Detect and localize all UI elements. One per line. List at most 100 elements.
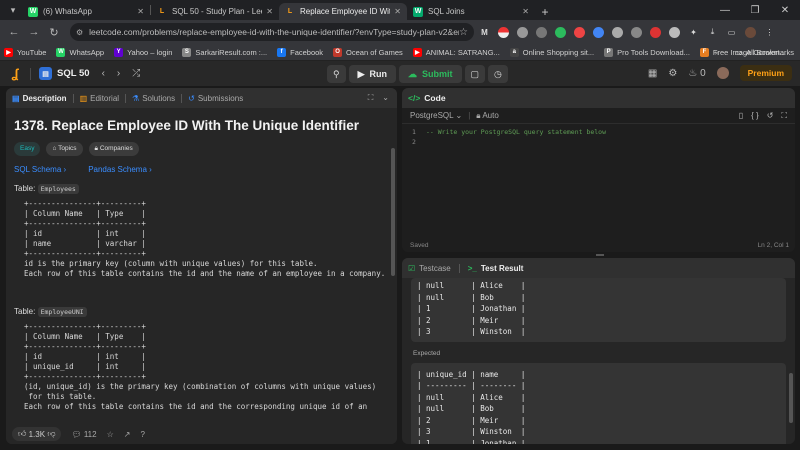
bookmark-sarkari[interactable]: S SarkariResult.com :... — [182, 47, 267, 57]
browser-tab-replace-employee[interactable]: L Replace Employee ID With The ✕ — [279, 3, 407, 20]
bookmark-youtube[interactable]: ▶ YouTube — [4, 47, 46, 57]
browser-tab-sql-joins[interactable]: W SQL Joins ✕ — [407, 3, 535, 20]
whatsapp-icon: W — [56, 47, 66, 57]
language-select[interactable]: PostgreSQL ⌄ — [410, 111, 462, 120]
tab-submissions[interactable]: ↺ Submissions — [188, 94, 243, 103]
yahoo-icon: Y — [114, 47, 124, 57]
code-editor[interactable]: 1 -- Write your PostgreSQL query statemen… — [402, 124, 795, 147]
topics-button[interactable]: ⌂ Topics — [46, 142, 83, 156]
run-button[interactable]: ▶ Run — [348, 65, 397, 83]
bookmark-facebook[interactable]: f Facebook — [277, 47, 323, 57]
tab-solutions[interactable]: ⚗ Solutions — [132, 94, 175, 103]
premium-button[interactable]: Premium — [739, 65, 792, 81]
tab-testcase[interactable]: ☑ Testcase — [408, 264, 451, 273]
extension-icon-9[interactable] — [628, 24, 645, 41]
timer-icon[interactable]: ◷ — [488, 65, 508, 83]
scrollbar[interactable] — [789, 373, 793, 423]
maximize-icon[interactable]: ⛶ — [368, 93, 374, 103]
cloud-upload-icon: ☁ — [408, 68, 418, 79]
streak-counter[interactable]: ♨ 0 — [688, 68, 705, 79]
tab-search-dropdown-icon[interactable]: ▾ — [4, 0, 22, 20]
output-table: | null | Alice | | null | Bob | | 1 | Jo… — [411, 278, 786, 342]
new-tab-button[interactable]: + — [535, 3, 555, 20]
tab-description[interactable]: ▤ Description — [12, 94, 67, 103]
more-bookmarks-icon[interactable]: » — [715, 48, 719, 57]
extension-icon-10[interactable] — [647, 24, 664, 41]
bookmark-whatsapp[interactable]: W WhatsApp — [56, 47, 104, 57]
all-bookmarks-link[interactable]: All Bookmarks — [746, 48, 794, 57]
browser-menu-icon[interactable]: ⋮ — [761, 24, 778, 41]
extension-icon-6[interactable] — [571, 24, 588, 41]
restore-icon[interactable]: ❐ — [740, 0, 770, 20]
fullscreen-icon[interactable]: ⛶ — [781, 111, 787, 121]
reload-icon[interactable]: ↻ — [44, 26, 64, 39]
reset-icon[interactable]: ↺ — [767, 111, 774, 121]
extension-icon-7[interactable] — [590, 24, 607, 41]
close-window-icon[interactable]: ✕ — [770, 0, 800, 20]
play-icon: ▶ — [357, 68, 365, 79]
leetcode-logo-icon[interactable]: ʆ — [8, 66, 22, 81]
extensions-puzzle-icon[interactable]: ✦ — [685, 24, 702, 41]
back-icon[interactable]: ← — [4, 26, 24, 38]
close-tab-icon[interactable]: ✕ — [522, 7, 529, 16]
help-icon[interactable]: ? — [140, 430, 144, 439]
settings-gear-icon[interactable]: ⚙ — [668, 68, 677, 79]
sql-schema-link[interactable]: SQL Schema › — [14, 165, 66, 174]
close-tab-icon[interactable]: ✕ — [266, 7, 273, 16]
extension-icon-3[interactable] — [514, 24, 531, 41]
extension-icon-4[interactable] — [533, 24, 550, 41]
profile-avatar-icon[interactable] — [742, 24, 759, 41]
browser-tab-sql50[interactable]: L SQL 50 - Study Plan - LeetCode ✕ — [151, 3, 279, 20]
close-tab-icon[interactable]: ✕ — [137, 7, 144, 16]
shuffle-icon[interactable]: ⤮ — [132, 68, 140, 79]
bookmark-yahoo[interactable]: Y Yahoo – login — [114, 47, 172, 57]
sidebar-icon[interactable]: ▭ — [723, 24, 740, 41]
comments-button[interactable]: 💬︎ 112 — [71, 430, 96, 439]
browser-tab-strip: ▾ W (6) WhatsApp ✕ L SQL 50 - Study Plan… — [0, 0, 800, 20]
address-bar[interactable]: ⚙ leetcode.com/problems/replace-employee… — [70, 23, 474, 41]
favorite-star-icon[interactable]: ☆ — [107, 430, 114, 439]
submit-button[interactable]: ☁ Submit — [399, 65, 462, 83]
collapse-icon[interactable]: ⌄ — [382, 93, 389, 103]
site-info-icon[interactable]: ⚙ — [76, 28, 83, 37]
debug-icon[interactable]: ⚲ — [327, 65, 346, 83]
minimize-icon[interactable]: — — [710, 0, 740, 20]
avatar[interactable] — [716, 67, 729, 79]
w3schools-favicon-icon: W — [413, 6, 423, 17]
share-icon[interactable]: ↗ — [124, 430, 131, 439]
download-icon[interactable]: ⤓ — [704, 24, 721, 41]
tab-test-result[interactable]: >_ Test Result — [468, 264, 524, 273]
browser-tab-whatsapp[interactable]: W (6) WhatsApp ✕ — [22, 3, 150, 20]
bookmark-ocean-of-games[interactable]: O Ocean of Games — [333, 47, 403, 57]
extension-icon-11[interactable] — [666, 24, 683, 41]
thumbs-down-icon[interactable]: 👎︎ — [47, 429, 55, 439]
next-problem-icon[interactable]: › — [117, 68, 120, 79]
auto-save-toggle[interactable]: 🔒︎ Auto — [476, 111, 499, 121]
extension-icon-8[interactable] — [609, 24, 626, 41]
companies-button[interactable]: 🔒︎ Companies — [88, 142, 139, 156]
forward-icon[interactable]: → — [24, 26, 44, 38]
pandas-schema-link[interactable]: Pandas Schema › — [88, 165, 152, 174]
notes-icon[interactable]: ▢ — [464, 65, 486, 83]
bookmark-animal[interactable]: ▶ ANIMAL: SATRANG... — [412, 47, 500, 57]
tab-editorial[interactable]: ▥ Editorial — [80, 94, 119, 103]
lock-icon: 🔒︎ — [94, 145, 98, 152]
panel-resize-handle[interactable] — [596, 254, 604, 256]
bookmark-pro-tools[interactable]: P Pro Tools Download... — [604, 47, 690, 57]
gmail-extension-icon[interactable]: M — [476, 24, 493, 41]
pokeball-extension-icon[interactable] — [495, 24, 512, 41]
bookmark-online-shopping[interactable]: a Online Shopping sit... — [509, 47, 594, 57]
close-tab-icon[interactable]: ✕ — [394, 7, 401, 16]
bookmark-star-icon[interactable]: ☆ — [459, 27, 468, 38]
chevron-right-icon: › — [63, 165, 67, 174]
study-plan-link[interactable]: ▤ SQL 50 — [39, 67, 90, 80]
prev-problem-icon[interactable]: ‹ — [102, 68, 105, 79]
scrollbar[interactable] — [391, 148, 395, 276]
cursor-position: Ln 2, Col 1 — [757, 242, 789, 249]
extension-icon-5[interactable] — [552, 24, 569, 41]
table-name: Employees — [37, 184, 79, 194]
bookmark-icon[interactable]: ▯ — [739, 111, 743, 121]
like-button[interactable]: 👍︎ 1.3K 👎︎ — [12, 427, 62, 441]
format-braces-icon[interactable]: { } — [751, 111, 759, 121]
layout-grid-icon[interactable]: ▦ — [648, 68, 657, 79]
